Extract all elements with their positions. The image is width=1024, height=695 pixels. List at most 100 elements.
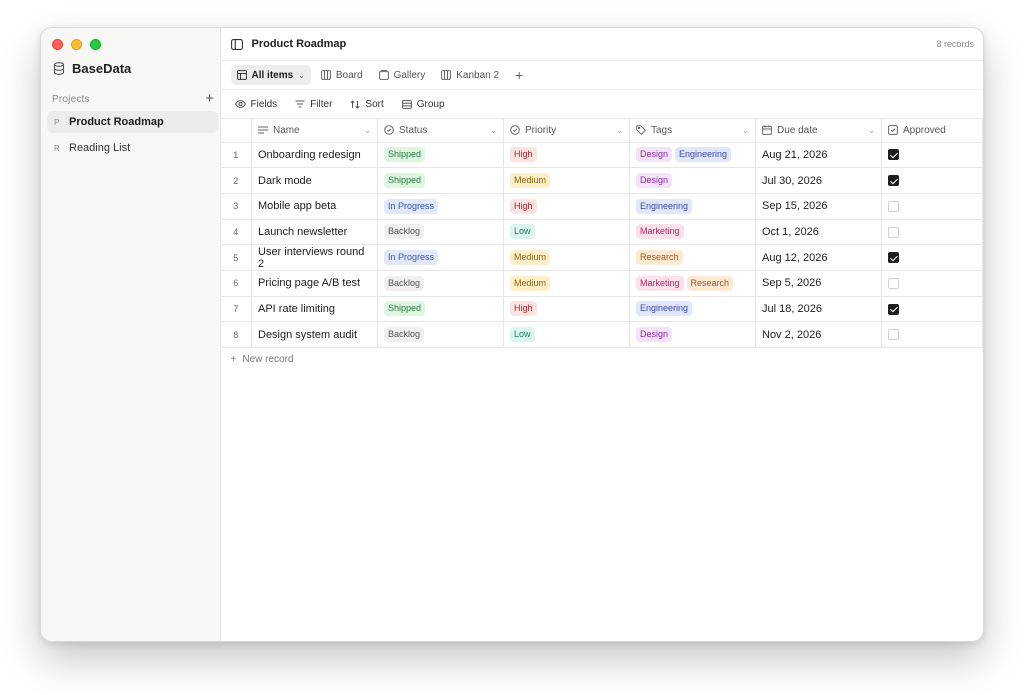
approved-checkbox[interactable]	[888, 329, 899, 341]
approved-checkbox[interactable]	[888, 303, 899, 315]
column-header-due-date[interactable]: Due date ⌄	[755, 119, 882, 143]
due-date-cell[interactable]: Aug 12, 2026	[755, 244, 882, 271]
new-record-label: New record	[242, 354, 294, 365]
approved-cell[interactable]	[881, 244, 983, 271]
sort-button[interactable]: Sort	[350, 99, 384, 110]
column-header-status[interactable]: Status ⌄	[377, 119, 504, 143]
due-date-cell[interactable]: Sep 15, 2026	[755, 193, 882, 220]
status-cell[interactable]: Shipped	[377, 142, 504, 169]
table-row[interactable]: 7 API rate limiting Shipped High Engineering…	[220, 296, 983, 323]
group-button[interactable]: Group	[401, 99, 445, 110]
priority-cell[interactable]: Medium	[503, 270, 630, 297]
approved-cell[interactable]	[881, 270, 983, 297]
approved-cell[interactable]	[881, 142, 983, 169]
name-cell[interactable]: Launch newsletter	[251, 219, 378, 246]
chevron-down-icon[interactable]: ⌄	[742, 126, 749, 135]
tab-board[interactable]: Board	[315, 65, 369, 85]
chevron-down-icon[interactable]: ⌄	[868, 126, 875, 135]
tags-cell[interactable]: Design Engineering	[629, 142, 756, 169]
priority-cell[interactable]: High	[503, 193, 630, 220]
sidebar-item-product-roadmap[interactable]: P Product Roadmap	[47, 111, 218, 133]
close-window-button[interactable]	[52, 39, 63, 50]
tags-cell[interactable]: Engineering	[629, 296, 756, 323]
table-row[interactable]: 3 Mobile app beta In Progress High Engineeri…	[220, 193, 983, 220]
approved-cell[interactable]	[881, 193, 983, 220]
status-cell[interactable]: In Progress	[377, 193, 504, 220]
chevron-down-icon[interactable]: ⌄	[616, 126, 623, 135]
add-view-button[interactable]: +	[509, 67, 529, 83]
priority-cell[interactable]: Medium	[503, 167, 630, 194]
tag-badge: Design	[636, 173, 673, 189]
name-cell[interactable]: Pricing page A/B test	[251, 270, 378, 297]
name-cell[interactable]: Onboarding redesign	[251, 142, 378, 169]
filter-button[interactable]: Filter	[295, 99, 332, 110]
tags-cell[interactable]: Design	[629, 167, 756, 194]
table-row[interactable]: 5 User interviews round 2 In Progress Mediu…	[220, 244, 983, 271]
add-project-button[interactable]: +	[205, 91, 214, 106]
name-cell[interactable]: Mobile app beta	[251, 193, 378, 220]
table-row[interactable]: 6 Pricing page A/B test Backlog Medium Marke…	[220, 270, 983, 297]
due-date-cell[interactable]: Oct 1, 2026	[755, 219, 882, 246]
zoom-window-button[interactable]	[90, 39, 101, 50]
tab-label: Board	[335, 69, 363, 81]
chevron-down-icon[interactable]: ⌄	[364, 126, 371, 135]
due-date-cell[interactable]: Aug 21, 2026	[755, 142, 882, 169]
approved-checkbox[interactable]	[888, 252, 899, 264]
priority-cell[interactable]: High	[503, 296, 630, 323]
table-row[interactable]: 4 Launch newsletter Backlog Low Marketing Oct…	[220, 219, 983, 246]
name-cell[interactable]: User interviews round 2	[251, 244, 378, 271]
chevron-down-icon[interactable]: ⌄	[490, 126, 497, 135]
due-date-cell[interactable]: Nov 2, 2026	[755, 321, 882, 348]
fields-button[interactable]: Fields	[234, 99, 277, 110]
approved-checkbox[interactable]	[888, 277, 899, 289]
name-cell[interactable]: Dark mode	[251, 167, 378, 194]
name-cell[interactable]: API rate limiting	[251, 296, 378, 323]
approved-cell[interactable]	[881, 321, 983, 348]
column-header-priority[interactable]: Priority ⌄	[503, 119, 630, 143]
tags-cell[interactable]: Engineering	[629, 193, 756, 220]
minimize-window-button[interactable]	[71, 39, 82, 50]
status-cell[interactable]: Shipped	[377, 167, 504, 194]
priority-cell[interactable]: Medium	[503, 244, 630, 271]
column-header-name[interactable]: Name ⌄	[251, 119, 378, 143]
sidebar-item-reading-list[interactable]: R Reading List	[47, 137, 218, 159]
table-row[interactable]: 2 Dark mode Shipped Medium Design Jul 30, 202…	[220, 167, 983, 194]
tags-cell[interactable]: Design	[629, 321, 756, 348]
status-badge: Shipped	[384, 173, 426, 189]
approved-cell[interactable]	[881, 296, 983, 323]
tab-all-items[interactable]: All items ⌄	[230, 65, 311, 85]
tab-gallery[interactable]: Gallery	[373, 65, 432, 85]
tags-cell[interactable]: Marketing	[629, 219, 756, 246]
status-cell[interactable]: Backlog	[377, 270, 504, 297]
column-header-approved[interactable]: Approved	[881, 119, 983, 143]
approved-cell[interactable]	[881, 167, 983, 194]
approved-checkbox[interactable]	[888, 149, 899, 161]
filter-label: Filter	[310, 98, 333, 110]
table-row[interactable]: 1 Onboarding redesign Shipped High Design Eng…	[220, 142, 983, 169]
status-cell[interactable]: In Progress	[377, 244, 504, 271]
approved-checkbox[interactable]	[888, 200, 899, 212]
row-number: 6	[220, 270, 252, 297]
approved-cell[interactable]	[881, 219, 983, 246]
approved-checkbox[interactable]	[888, 226, 899, 238]
sidebar-toggle-icon[interactable]	[230, 38, 243, 50]
priority-cell[interactable]: Low	[503, 321, 630, 348]
priority-cell[interactable]: Low	[503, 219, 630, 246]
chevron-down-icon[interactable]: ⌄	[298, 71, 305, 80]
status-cell[interactable]: Backlog	[377, 219, 504, 246]
gallery-icon	[378, 70, 389, 80]
name-cell[interactable]: Design system audit	[251, 321, 378, 348]
due-date-cell[interactable]: Jul 18, 2026	[755, 296, 882, 323]
due-date-cell[interactable]: Sep 5, 2026	[755, 270, 882, 297]
approved-checkbox[interactable]	[888, 175, 899, 187]
new-record-button[interactable]: + New record	[231, 354, 294, 365]
tab-kanban-2[interactable]: Kanban 2	[435, 65, 505, 85]
column-header-tags[interactable]: Tags ⌄	[629, 119, 756, 143]
tags-cell[interactable]: Marketing Research	[629, 270, 756, 297]
tags-cell[interactable]: Research	[629, 244, 756, 271]
status-cell[interactable]: Shipped	[377, 296, 504, 323]
due-date-cell[interactable]: Jul 30, 2026	[755, 167, 882, 194]
status-cell[interactable]: Backlog	[377, 321, 504, 348]
table-row[interactable]: 8 Design system audit Backlog Low Design Nov …	[220, 321, 983, 348]
priority-cell[interactable]: High	[503, 142, 630, 169]
